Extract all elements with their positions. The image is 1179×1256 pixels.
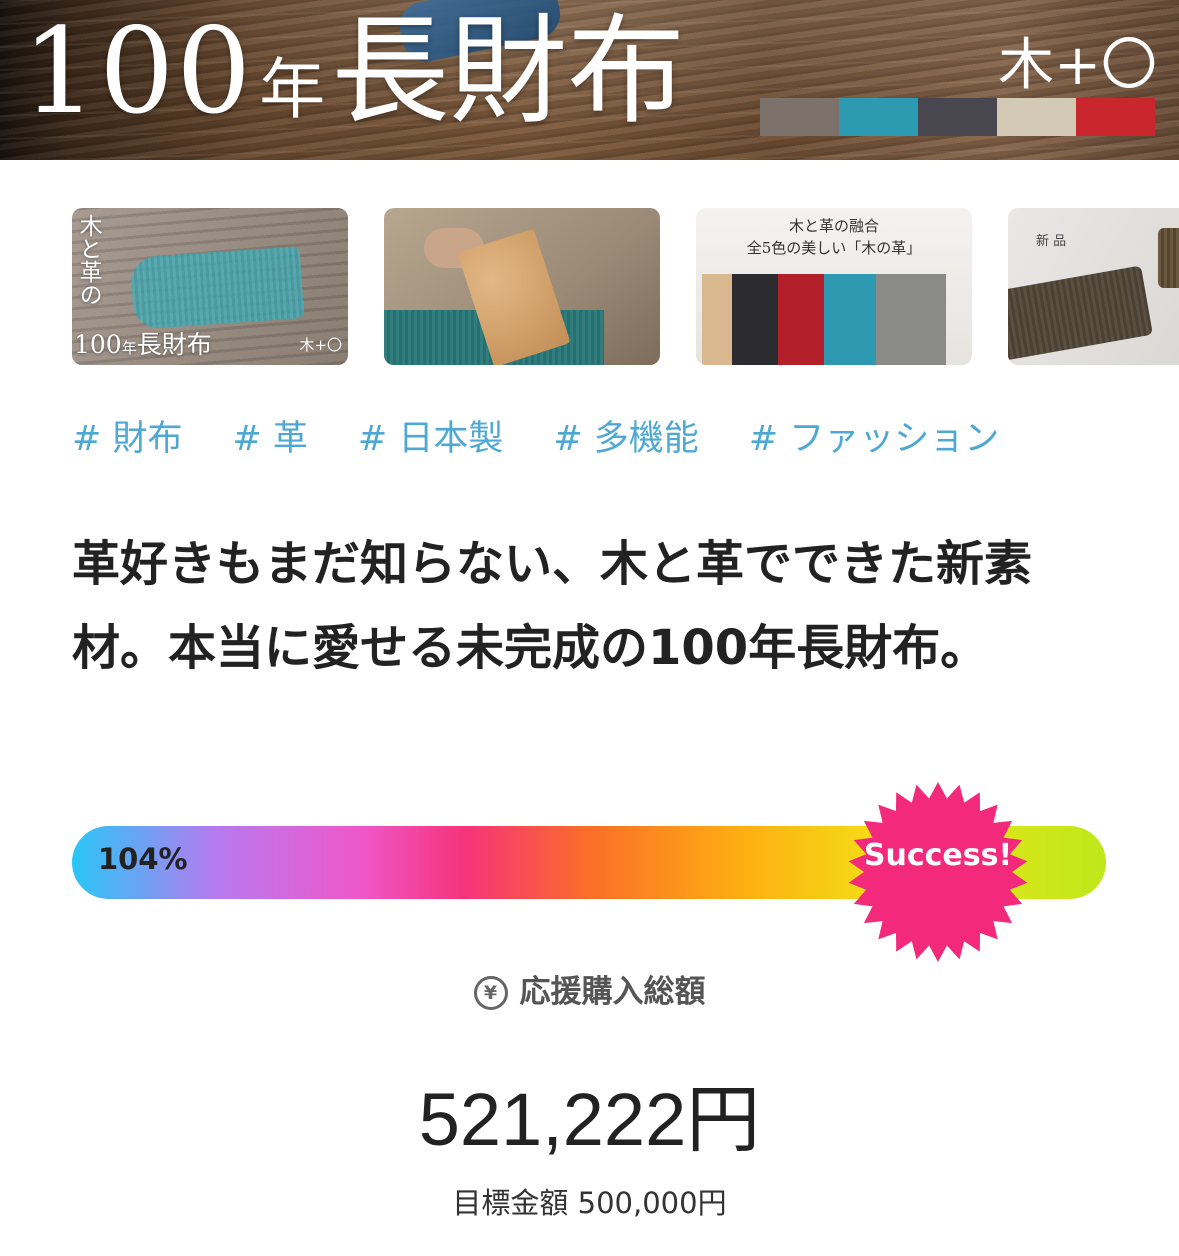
total-label: ¥ 応援購入総額: [0, 966, 1179, 1011]
wallet-image: [1158, 228, 1179, 288]
success-badge-label: Success!: [863, 838, 1013, 873]
color-swatch: [997, 98, 1076, 136]
color-sample: [824, 274, 876, 365]
wallet-image: [1008, 265, 1153, 361]
yen-icon: ¥: [473, 976, 508, 1010]
tag-link[interactable]: # 多機能: [553, 410, 698, 461]
thumbnail-brand: 木+〇: [299, 336, 342, 354]
thumbnail-1[interactable]: 木と革の 100年長財布 木+〇: [72, 208, 348, 365]
hero-title: 100年長財布: [22, 12, 685, 132]
hero-banner: 100年長財布 木+〇: [0, 0, 1179, 160]
thumbnail-caption: 木と革の融合 全5色の美しい「木の革」: [696, 216, 972, 260]
tag-link[interactable]: # 革: [232, 410, 307, 461]
wallet-image: [129, 246, 305, 330]
color-sample: [778, 274, 830, 365]
thumbnail-title-main: 長財布: [136, 330, 212, 359]
color-swatch: [760, 98, 839, 136]
tag-link[interactable]: # ファッション: [749, 410, 999, 461]
thumbnail-3[interactable]: 木と革の融合 全5色の美しい「木の革」: [696, 208, 972, 365]
tag-list: # 財布 # 革 # 日本製 # 多機能 # ファッション: [72, 410, 1049, 461]
thumbnail-caption-line1: 木と革の融合: [788, 217, 879, 235]
tag-link[interactable]: # 財布: [72, 410, 182, 461]
color-sample: [732, 274, 784, 365]
thumbnail-vertical-text: 木と革の: [75, 214, 102, 306]
thumbnail-caption-line2: 全5色の美しい「木の革」: [746, 238, 922, 257]
hero-title-main: 長財布: [331, 2, 686, 140]
hero-title-year: 年: [259, 51, 326, 128]
thumbnail-title-number: 100: [74, 330, 122, 359]
total-label-text: 応援購入総額: [519, 974, 706, 1010]
hero-title-number: 100: [22, 2, 254, 140]
thumbnail-2[interactable]: [384, 208, 660, 365]
progress-percent: 104%: [98, 842, 188, 876]
color-swatch: [839, 98, 918, 136]
goal-amount: 目標金額 500,000円: [452, 1186, 727, 1220]
color-sample: [876, 274, 946, 365]
thumbnail-gallery: 木と革の 100年長財布 木+〇 木と革の融合 全5色の美しい「木の革」 新 品: [72, 208, 1179, 366]
thumbnail-caption: 新 品: [1036, 234, 1067, 249]
color-swatch: [1076, 98, 1155, 136]
project-title: 革好きもまだ知らない、木と革でできた新素材。本当に愛せる未完成の100年長財布。: [72, 536, 1033, 676]
total-amount: 521,222円: [418, 1078, 761, 1161]
color-swatches: [760, 98, 1155, 136]
tag-link[interactable]: # 日本製: [358, 410, 503, 461]
thumbnail-title-year: 年: [121, 339, 137, 357]
brand-logo: 木+〇: [998, 33, 1157, 98]
color-swatch: [918, 98, 997, 136]
thumbnail-title: 100年長財布: [74, 325, 212, 361]
thumbnail-4[interactable]: 新 品: [1008, 208, 1179, 365]
